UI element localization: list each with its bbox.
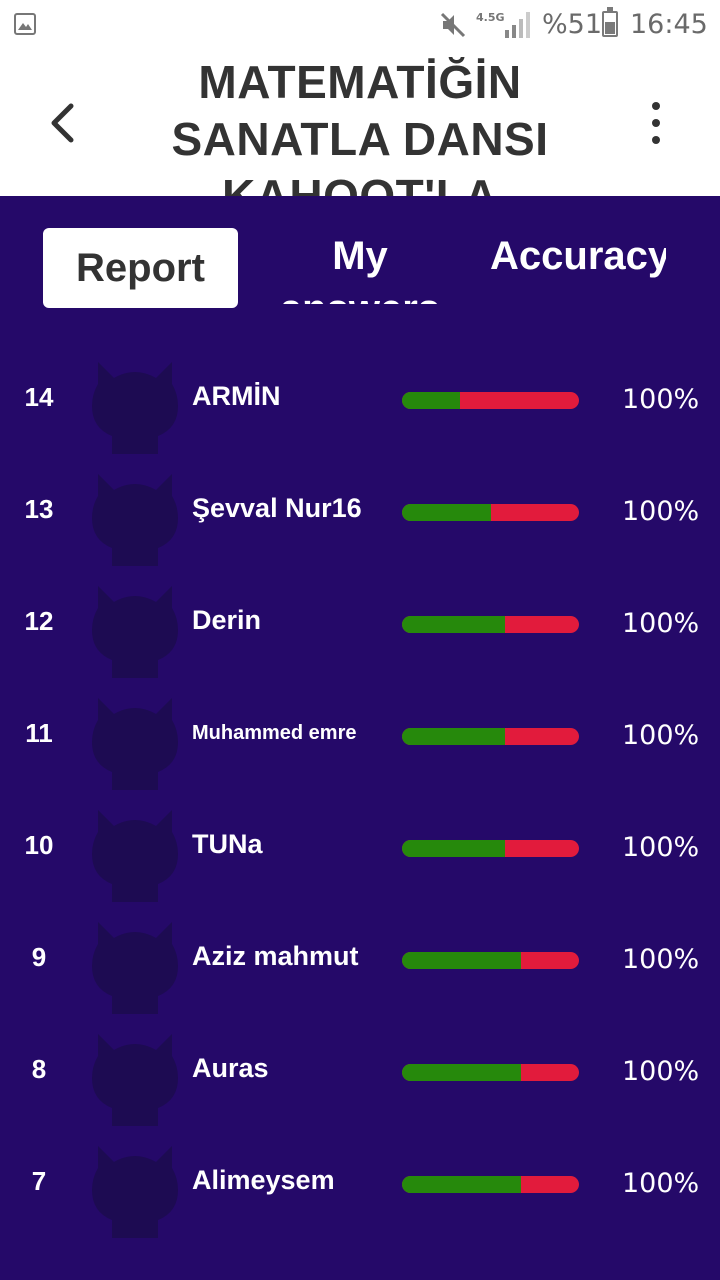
accuracy-bar-correct — [402, 504, 491, 521]
player-accuracy: 100% — [622, 496, 700, 527]
player-rank: 11 — [25, 718, 53, 748]
avatar — [92, 582, 178, 678]
player-accuracy: 100% — [622, 832, 700, 863]
network-type-label: 4.5G — [476, 11, 505, 24]
player-accuracy: 100% — [622, 384, 700, 415]
player-accuracy: 100% — [622, 1168, 700, 1199]
player-name: Derin — [192, 605, 262, 635]
avatar — [92, 470, 178, 566]
table-row[interactable]: 10 TUNa 100% — [0, 792, 720, 904]
accuracy-bar — [402, 616, 579, 633]
table-row[interactable]: 14 ARMİN 100% — [0, 344, 720, 456]
accuracy-bar-correct — [402, 840, 505, 857]
accuracy-bar-correct — [402, 392, 461, 409]
more-vertical-icon — [652, 102, 660, 110]
battery-percent: %51 — [542, 9, 603, 40]
page-title: MATEMATİĞİN SANATLA DANSI KAHOOT'LA — [171, 56, 549, 196]
player-name: ARMİN — [192, 381, 281, 411]
avatar — [92, 918, 178, 1014]
player-name: Auras — [192, 1053, 269, 1083]
accuracy-bar-correct — [402, 1064, 521, 1081]
player-rank: 10 — [24, 830, 54, 860]
player-rank: 8 — [31, 1054, 47, 1084]
tab-bar: Report My answers Accuracy — [0, 196, 720, 324]
battery-icon — [602, 7, 618, 37]
status-bar: 4.5G %51 16:45 — [0, 0, 720, 50]
more-options-button[interactable] — [640, 98, 672, 148]
accuracy-bar-correct — [402, 728, 505, 745]
accuracy-bar — [402, 728, 579, 745]
table-row[interactable]: 7 Alimeysem 100% — [0, 1128, 720, 1240]
table-row[interactable]: 13 Şevval Nur16 100% — [0, 456, 720, 568]
clock: 16:45 — [630, 9, 708, 40]
accuracy-bar — [402, 1064, 579, 1081]
table-row[interactable]: 9 Aziz mahmut 100% — [0, 904, 720, 1016]
accuracy-bar — [402, 952, 579, 969]
player-accuracy: 100% — [622, 1056, 700, 1087]
player-accuracy: 100% — [622, 944, 700, 975]
avatar — [92, 1142, 178, 1238]
signal-icon — [505, 12, 533, 43]
player-list[interactable]: 14 ARMİN 100% 13 Şevval Nur16 100% 12 Derin 100%… — [0, 344, 720, 1280]
player-rank: 14 — [24, 382, 54, 412]
accuracy-bar-correct — [402, 616, 505, 633]
mute-icon — [440, 12, 466, 43]
chevron-left-icon — [51, 103, 74, 143]
gallery-notification-icon — [14, 13, 36, 35]
player-accuracy: 100% — [622, 608, 700, 639]
table-row[interactable]: 11 Muhammed emre 100% — [0, 680, 720, 792]
player-name: Alimeysem — [192, 1165, 335, 1195]
accuracy-bar-correct — [402, 1176, 521, 1193]
player-name: TUNa — [192, 829, 263, 859]
app-header: MATEMATİĞİN SANATLA DANSI KAHOOT'LA — [0, 50, 720, 196]
table-row[interactable]: 12 Derin 100% — [0, 568, 720, 680]
avatar — [92, 694, 178, 790]
accuracy-bar — [402, 840, 579, 857]
accuracy-bar — [402, 392, 579, 409]
player-rank: 7 — [31, 1166, 47, 1196]
tab-report[interactable]: Report — [43, 228, 238, 308]
avatar — [92, 806, 178, 902]
player-accuracy: 100% — [622, 720, 700, 751]
avatar — [92, 358, 178, 454]
tab-my-answers[interactable]: My answers — [272, 230, 448, 304]
avatar — [92, 1030, 178, 1126]
player-name: Aziz mahmut — [192, 941, 359, 971]
player-rank: 9 — [31, 942, 47, 972]
accuracy-bar — [402, 1176, 579, 1193]
accuracy-bar — [402, 504, 579, 521]
player-rank: 12 — [24, 606, 54, 636]
table-row[interactable]: 8 Auras 100% — [0, 1016, 720, 1128]
accuracy-bar-correct — [402, 952, 521, 969]
player-name: Muhammed emre — [192, 722, 357, 744]
tab-accuracy[interactable]: Accuracy — [490, 230, 666, 304]
player-rank: 13 — [24, 494, 54, 524]
player-name: Şevval Nur16 — [192, 493, 362, 523]
back-button[interactable] — [40, 100, 86, 146]
